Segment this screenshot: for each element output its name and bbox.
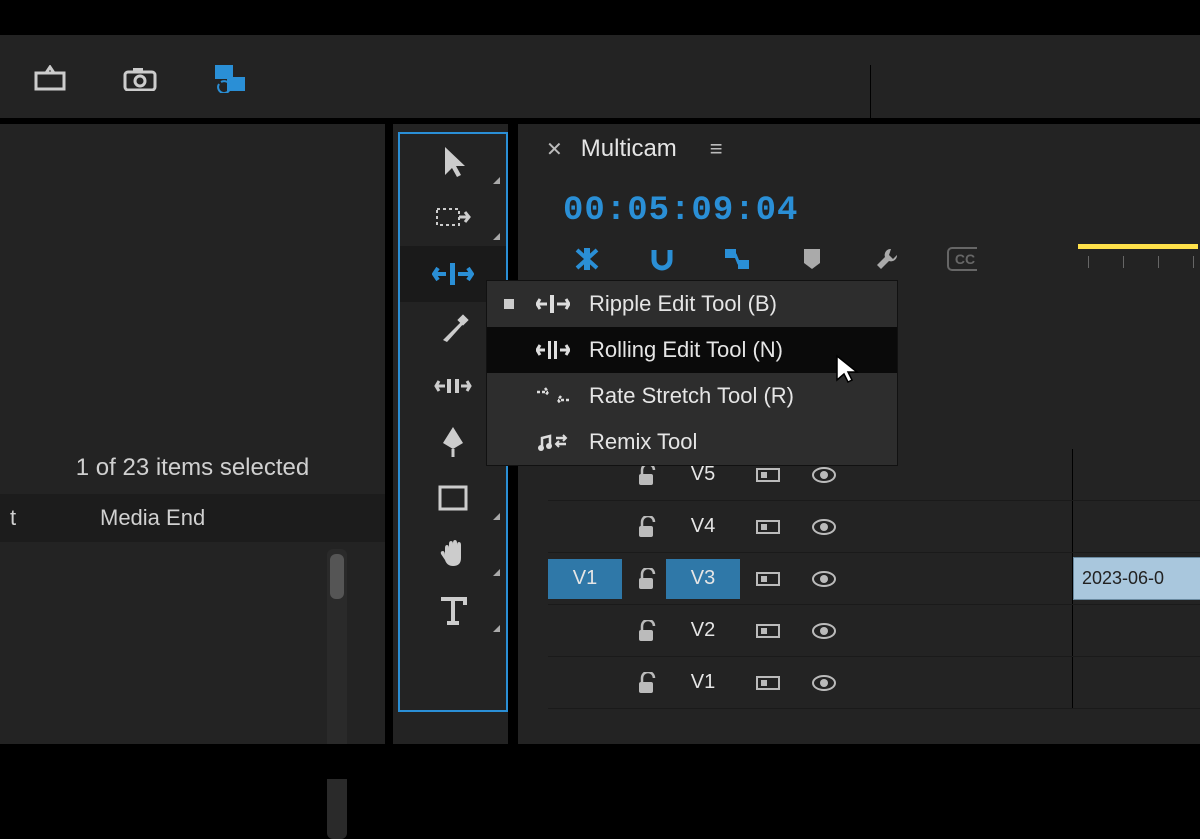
flyout-item-rolling[interactable]: Rolling Edit Tool (N) xyxy=(487,327,897,373)
toggle-output-icon[interactable] xyxy=(796,570,852,588)
work-area-bar[interactable] xyxy=(1078,244,1198,249)
close-tab-icon[interactable]: ✕ xyxy=(546,137,563,162)
flyout-item-rate[interactable]: Rate Stretch Tool (R) xyxy=(487,373,897,419)
panel-divider-v1[interactable] xyxy=(385,124,393,744)
rectangle-tool[interactable] xyxy=(400,470,506,526)
lock-toggle-icon[interactable] xyxy=(626,516,666,538)
toggle-output-icon[interactable] xyxy=(796,674,852,692)
flyout-caret-icon xyxy=(493,513,500,520)
project-panel: 1 of 23 items selected t Media End xyxy=(0,124,385,744)
lock-toggle-icon[interactable] xyxy=(626,568,666,590)
playhead-timecode[interactable]: 00:05:09:04 xyxy=(563,192,798,230)
sequence-title[interactable]: Multicam xyxy=(581,135,677,163)
comparison-view-icon[interactable] xyxy=(210,63,250,93)
track-target[interactable]: V2 xyxy=(666,611,740,651)
track-row-v2: V2 xyxy=(548,605,1200,657)
lock-toggle-icon[interactable] xyxy=(626,620,666,642)
flyout-caret-icon xyxy=(493,177,500,184)
track-content[interactable] xyxy=(1072,657,1200,708)
snap-icon[interactable] xyxy=(647,244,677,274)
track-target[interactable]: V4 xyxy=(666,507,740,547)
toolbar-divider xyxy=(870,65,871,120)
sync-lock-icon[interactable] xyxy=(740,569,796,589)
track-content[interactable]: 2023-06-0 xyxy=(1072,553,1200,604)
col-media-end[interactable]: Media End xyxy=(100,505,205,531)
timeline-tabbar: ✕ Multicam ≡ xyxy=(518,124,1200,174)
type-tool[interactable] xyxy=(400,582,506,638)
sync-lock-icon[interactable] xyxy=(740,465,796,485)
track-content[interactable] xyxy=(1072,501,1200,552)
panel-menu-icon[interactable]: ≡ xyxy=(710,136,723,162)
timeline-ruler[interactable] xyxy=(1078,244,1200,274)
letterbox-top xyxy=(0,0,1200,35)
hand-tool[interactable] xyxy=(400,526,506,582)
flyout-label: Rolling Edit Tool (N) xyxy=(589,337,783,363)
linked-selection-icon[interactable] xyxy=(722,244,752,274)
flyout-label: Remix Tool xyxy=(589,429,697,455)
rate-icon xyxy=(535,385,571,407)
ripple-icon xyxy=(535,293,571,315)
flyout-caret-icon xyxy=(493,569,500,576)
track-header-area: V5V4V1V32023-06-0V2V1 xyxy=(548,449,1200,744)
track-row-v3: V1 V3 2023-06-0 xyxy=(548,553,1200,605)
export-frame-icon[interactable] xyxy=(30,63,70,93)
selection-status: 1 of 23 items selected xyxy=(0,454,385,482)
flyout-item-ripple[interactable]: Ripple Edit Tool (B) xyxy=(487,281,897,327)
sync-lock-icon[interactable] xyxy=(740,673,796,693)
check-icon xyxy=(501,434,517,450)
svg-text:CC: CC xyxy=(955,251,975,267)
project-column-header: t Media End xyxy=(0,494,385,542)
flyout-item-remix[interactable]: Remix Tool xyxy=(487,419,897,465)
check-icon xyxy=(501,296,517,312)
track-row-v4: V4 xyxy=(548,501,1200,553)
captions-icon[interactable]: CC xyxy=(947,244,977,274)
source-patch[interactable]: V1 xyxy=(548,559,622,599)
sync-lock-icon[interactable] xyxy=(740,621,796,641)
clip[interactable]: 2023-06-0 xyxy=(1073,557,1200,600)
track-content[interactable] xyxy=(1072,449,1200,500)
timeline-options-row: CC xyxy=(572,244,977,274)
track-row-v1: V1 xyxy=(548,657,1200,709)
settings-wrench-icon[interactable] xyxy=(872,244,902,274)
marker-icon[interactable] xyxy=(797,244,827,274)
monitor-toolbar: + xyxy=(0,35,1200,120)
insert-overwrite-icon[interactable] xyxy=(572,244,602,274)
flyout-caret-icon xyxy=(493,233,500,240)
lock-toggle-icon[interactable] xyxy=(626,464,666,486)
toggle-output-icon[interactable] xyxy=(796,518,852,536)
toggle-output-icon[interactable] xyxy=(796,466,852,484)
edit-tool-flyout: Ripple Edit Tool (B) Rolling Edit Tool (N… xyxy=(486,280,898,466)
check-icon xyxy=(501,342,517,358)
track-target[interactable]: V3 xyxy=(666,559,740,599)
remix-icon xyxy=(535,430,571,454)
selection-tool[interactable] xyxy=(400,134,506,190)
scrollbar-thumb[interactable] xyxy=(330,554,344,599)
project-scrollbar[interactable] xyxy=(327,549,347,839)
track-target[interactable]: V1 xyxy=(666,663,740,703)
source-patch[interactable] xyxy=(548,663,622,703)
letterbox-bottom xyxy=(0,744,1200,779)
camera-icon[interactable] xyxy=(120,63,160,93)
source-patch[interactable] xyxy=(548,507,622,547)
flyout-caret-icon xyxy=(493,625,500,632)
source-patch[interactable] xyxy=(548,611,622,651)
check-icon xyxy=(501,388,517,404)
rolling-icon xyxy=(535,339,571,361)
flyout-label: Ripple Edit Tool (B) xyxy=(589,291,777,317)
lock-toggle-icon[interactable] xyxy=(626,672,666,694)
track-content[interactable] xyxy=(1072,605,1200,656)
toggle-output-icon[interactable] xyxy=(796,622,852,640)
col-media-start[interactable]: t xyxy=(10,505,100,531)
flyout-label: Rate Stretch Tool (R) xyxy=(589,383,794,409)
track-select-tool[interactable] xyxy=(400,190,506,246)
sync-lock-icon[interactable] xyxy=(740,517,796,537)
